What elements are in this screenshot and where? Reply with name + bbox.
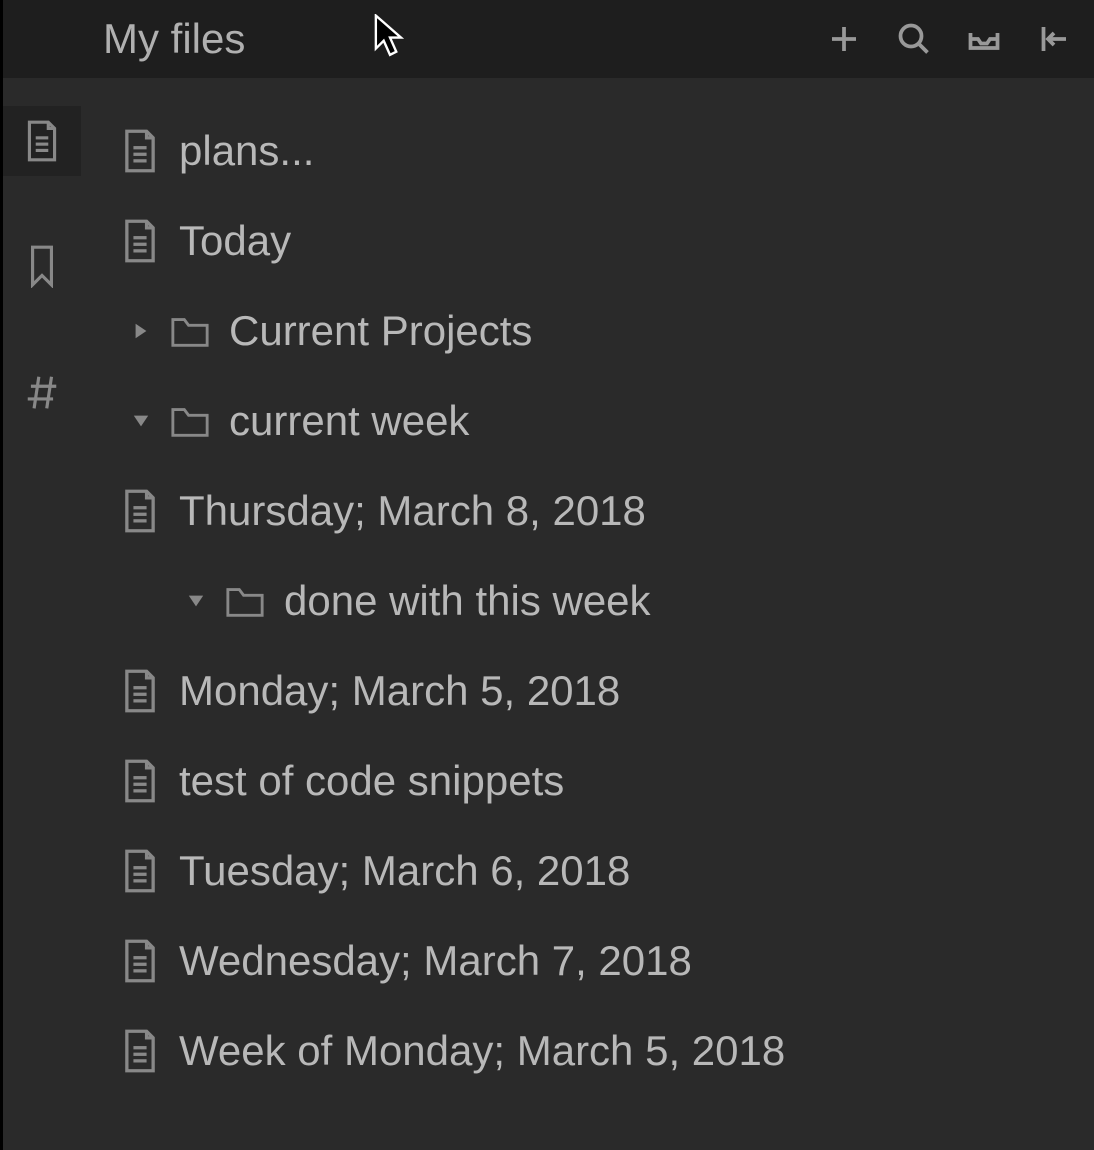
- disclosure-open[interactable]: [131, 411, 151, 431]
- tree-item-label: Wednesday; March 7, 2018: [179, 937, 692, 985]
- tree-item-file[interactable]: test of code snippets: [81, 736, 1094, 826]
- chevron-right-icon: [132, 322, 150, 340]
- tree-item-label: Monday; March 5, 2018: [179, 667, 620, 715]
- tree-item-label: test of code snippets: [179, 757, 564, 805]
- inbox-icon: [966, 21, 1002, 57]
- disclosure-open[interactable]: [186, 591, 206, 611]
- folder-icon: [169, 307, 211, 355]
- bookmark-icon: [23, 244, 61, 288]
- disclosure-closed[interactable]: [131, 321, 151, 341]
- search-icon: [896, 21, 932, 57]
- chevron-down-icon: [187, 592, 205, 610]
- header-title: My files: [103, 15, 824, 63]
- header: My files: [0, 0, 1094, 78]
- file-tree: plans... Today Current Projects: [81, 78, 1094, 1150]
- tree-item-file[interactable]: Thursday; March 8, 2018: [81, 466, 1094, 556]
- plus-icon: [826, 21, 862, 57]
- tree-item-file[interactable]: Monday; March 5, 2018: [81, 646, 1094, 736]
- main-area: plans... Today Current Projects: [0, 78, 1094, 1150]
- tree-item-file[interactable]: Today: [81, 196, 1094, 286]
- search-button[interactable]: [894, 19, 934, 59]
- tree-item-file[interactable]: Week of Monday; March 5, 2018: [81, 1006, 1094, 1096]
- document-icon: [23, 119, 61, 163]
- header-actions: [824, 19, 1074, 59]
- tree-item-folder[interactable]: current week: [81, 376, 1094, 466]
- file-icon: [119, 1027, 161, 1075]
- tree-item-label: Tuesday; March 6, 2018: [179, 847, 630, 895]
- file-icon: [119, 127, 161, 175]
- collapse-icon: [1036, 21, 1072, 57]
- hash-icon: [23, 369, 61, 413]
- tree-item-folder[interactable]: done with this week: [81, 556, 1094, 646]
- tree-item-label: Current Projects: [229, 307, 532, 355]
- tree-item-file[interactable]: plans...: [81, 106, 1094, 196]
- collapse-button[interactable]: [1034, 19, 1074, 59]
- tree-item-label: current week: [229, 397, 469, 445]
- tree-item-folder[interactable]: Current Projects: [81, 286, 1094, 376]
- file-icon: [119, 937, 161, 985]
- sidebar: [3, 78, 81, 1150]
- folder-icon: [224, 577, 266, 625]
- add-button[interactable]: [824, 19, 864, 59]
- tree-item-label: plans...: [179, 127, 314, 175]
- chevron-down-icon: [132, 412, 150, 430]
- file-icon: [119, 487, 161, 535]
- tree-item-label: Week of Monday; March 5, 2018: [179, 1027, 785, 1075]
- file-icon: [119, 667, 161, 715]
- tree-item-label: Today: [179, 217, 291, 265]
- sidebar-item-files[interactable]: [3, 106, 81, 176]
- tree-item-file[interactable]: Wednesday; March 7, 2018: [81, 916, 1094, 1006]
- tree-item-label: done with this week: [284, 577, 651, 625]
- file-icon: [119, 217, 161, 265]
- tree-item-label: Thursday; March 8, 2018: [179, 487, 646, 535]
- file-icon: [119, 847, 161, 895]
- inbox-button[interactable]: [964, 19, 1004, 59]
- file-icon: [119, 757, 161, 805]
- sidebar-item-bookmarks[interactable]: [3, 231, 81, 301]
- sidebar-item-tags[interactable]: [3, 356, 81, 426]
- tree-item-file[interactable]: Tuesday; March 6, 2018: [81, 826, 1094, 916]
- folder-icon: [169, 397, 211, 445]
